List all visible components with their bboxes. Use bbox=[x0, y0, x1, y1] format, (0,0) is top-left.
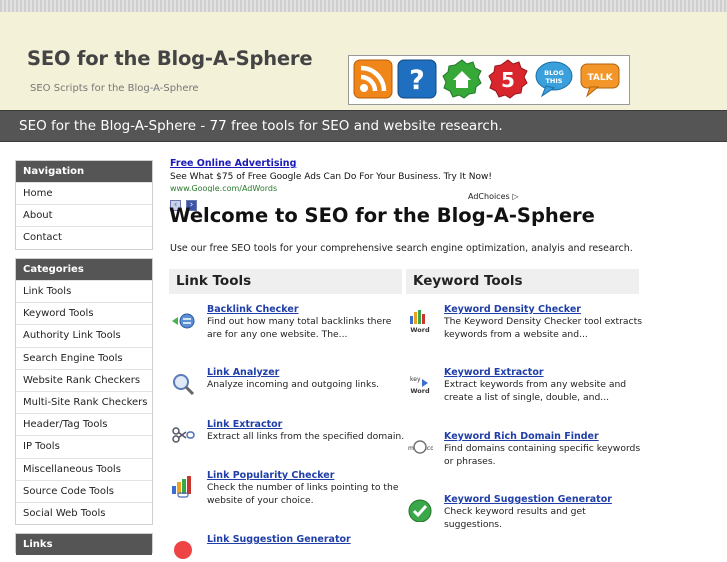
tool-title[interactable]: Keyword Extractor bbox=[444, 367, 544, 378]
adchoices-icon: ▷ bbox=[512, 192, 519, 201]
keyword-density-icon: Word bbox=[410, 310, 430, 332]
categories-box: Categories Link Tools Keyword Tools Auth… bbox=[15, 258, 153, 526]
site-title[interactable]: SEO for the Blog-A-Sphere bbox=[27, 47, 313, 70]
svg-text:?: ? bbox=[409, 65, 425, 96]
category-miscellaneous-tools[interactable]: Miscellaneous Tools bbox=[16, 457, 152, 480]
link-tools-heading: Link Tools bbox=[169, 269, 402, 294]
tool-title[interactable]: Keyword Density Checker bbox=[444, 304, 581, 315]
tool-desc: Analyze incoming and outgoing links. bbox=[207, 379, 380, 390]
tool-desc: Find domains containing specific keyword… bbox=[444, 443, 641, 467]
tagline: SEO for the Blog-A-Sphere - 77 free tool… bbox=[19, 118, 503, 134]
nav-item-about[interactable]: About bbox=[16, 204, 152, 226]
tool-title[interactable]: Backlink Checker bbox=[207, 304, 299, 315]
ad-block: Free Online Advertising See What $75 of … bbox=[170, 158, 570, 192]
svg-text:m: m bbox=[408, 445, 414, 452]
keyword-tools-heading: Keyword Tools bbox=[406, 269, 639, 294]
category-keyword-tools[interactable]: Keyword Tools bbox=[16, 302, 152, 324]
talk-icon[interactable]: TALK bbox=[580, 59, 620, 99]
tagline-bar: SEO for the Blog-A-Sphere - 77 free tool… bbox=[0, 110, 727, 142]
site-subtitle: SEO Scripts for the Blog-A-Sphere bbox=[30, 83, 199, 94]
suggestion-icon bbox=[174, 541, 192, 559]
top-stripe bbox=[0, 0, 727, 12]
help-icon[interactable]: ? bbox=[397, 59, 437, 99]
intro-text: Use our free SEO tools for your comprehe… bbox=[170, 243, 633, 254]
svg-text:Word: Word bbox=[410, 387, 430, 395]
tool-desc: Find out how many total backlinks there … bbox=[207, 316, 392, 340]
svg-text:Word: Word bbox=[410, 326, 430, 332]
category-authority-link-tools[interactable]: Authority Link Tools bbox=[16, 324, 152, 346]
ad-url[interactable]: www.Google.com/AdWords bbox=[170, 184, 570, 192]
nav-item-contact[interactable]: Contact bbox=[16, 226, 152, 248]
tool-desc: Extract all links from the specified dom… bbox=[207, 431, 405, 442]
tool-title[interactable]: Keyword Rich Domain Finder bbox=[444, 431, 599, 442]
domain-finder-icon: m .com bbox=[408, 440, 433, 454]
tool-title[interactable]: Link Analyzer bbox=[207, 367, 279, 378]
links-box: Links bbox=[15, 533, 153, 555]
badge-5-icon[interactable]: 5 bbox=[488, 59, 528, 99]
home-icon[interactable] bbox=[442, 59, 482, 99]
page-heading: Welcome to SEO for the Blog-A-Sphere bbox=[169, 204, 595, 227]
ad-text: See What $75 of Free Google Ads Can Do F… bbox=[170, 172, 492, 182]
tool-desc: Check keyword results and get suggestion… bbox=[444, 506, 586, 530]
category-website-rank-checkers[interactable]: Website Rank Checkers bbox=[16, 368, 152, 391]
navigation-box: Navigation Home About Contact bbox=[15, 160, 153, 250]
svg-text:BLOG: BLOG bbox=[544, 69, 564, 77]
category-header-tag-tools[interactable]: Header/Tag Tools bbox=[16, 413, 152, 435]
keyword-extractor-icon: key Word bbox=[410, 376, 430, 395]
tool-title[interactable]: Link Extractor bbox=[207, 419, 282, 430]
svg-text:.com: .com bbox=[425, 445, 433, 452]
category-social-web-tools[interactable]: Social Web Tools bbox=[16, 501, 152, 524]
svg-text:THIS: THIS bbox=[546, 77, 563, 85]
scissors-link-icon bbox=[172, 427, 195, 443]
rss-icon[interactable] bbox=[353, 59, 393, 99]
svg-text:TALK: TALK bbox=[587, 73, 613, 83]
tool-desc: Extract keywords from any website and cr… bbox=[444, 379, 627, 403]
checkmark-icon bbox=[408, 499, 432, 522]
blog-this-icon[interactable]: BLOG THIS bbox=[534, 59, 574, 99]
category-multi-site-rank-checkers[interactable]: Multi-Site Rank Checkers bbox=[16, 390, 152, 413]
navigation-heading: Navigation bbox=[16, 161, 152, 182]
ad-link[interactable]: Free Online Advertising bbox=[170, 158, 570, 169]
site-header: SEO for the Blog-A-Sphere SEO Scripts fo… bbox=[0, 12, 727, 110]
category-search-engine-tools[interactable]: Search Engine Tools bbox=[16, 346, 152, 369]
adchoices-label[interactable]: AdChoices ▷ bbox=[468, 192, 518, 201]
magnifier-icon bbox=[173, 374, 195, 395]
svg-text:key: key bbox=[410, 376, 421, 383]
nav-item-home[interactable]: Home bbox=[16, 182, 152, 204]
bar-chart-link-icon bbox=[172, 476, 191, 498]
svg-text:5: 5 bbox=[501, 68, 515, 92]
tool-title[interactable]: Keyword Suggestion Generator bbox=[444, 494, 612, 505]
tool-desc: Check the number of links pointing to th… bbox=[207, 482, 399, 506]
category-source-code-tools[interactable]: Source Code Tools bbox=[16, 479, 152, 502]
category-link-tools[interactable]: Link Tools bbox=[16, 280, 152, 302]
tool-title[interactable]: Link Suggestion Generator bbox=[207, 534, 351, 545]
category-ip-tools[interactable]: IP Tools bbox=[16, 435, 152, 457]
backlink-icon bbox=[172, 313, 195, 329]
adchoices-text: AdChoices bbox=[468, 192, 510, 201]
tool-desc: The Keyword Density Checker tool extract… bbox=[444, 316, 642, 340]
tool-title[interactable]: Link Popularity Checker bbox=[207, 470, 334, 481]
social-icons-bar: ? 5 BLOG THIS TALK bbox=[348, 55, 630, 105]
categories-heading: Categories bbox=[16, 259, 152, 280]
